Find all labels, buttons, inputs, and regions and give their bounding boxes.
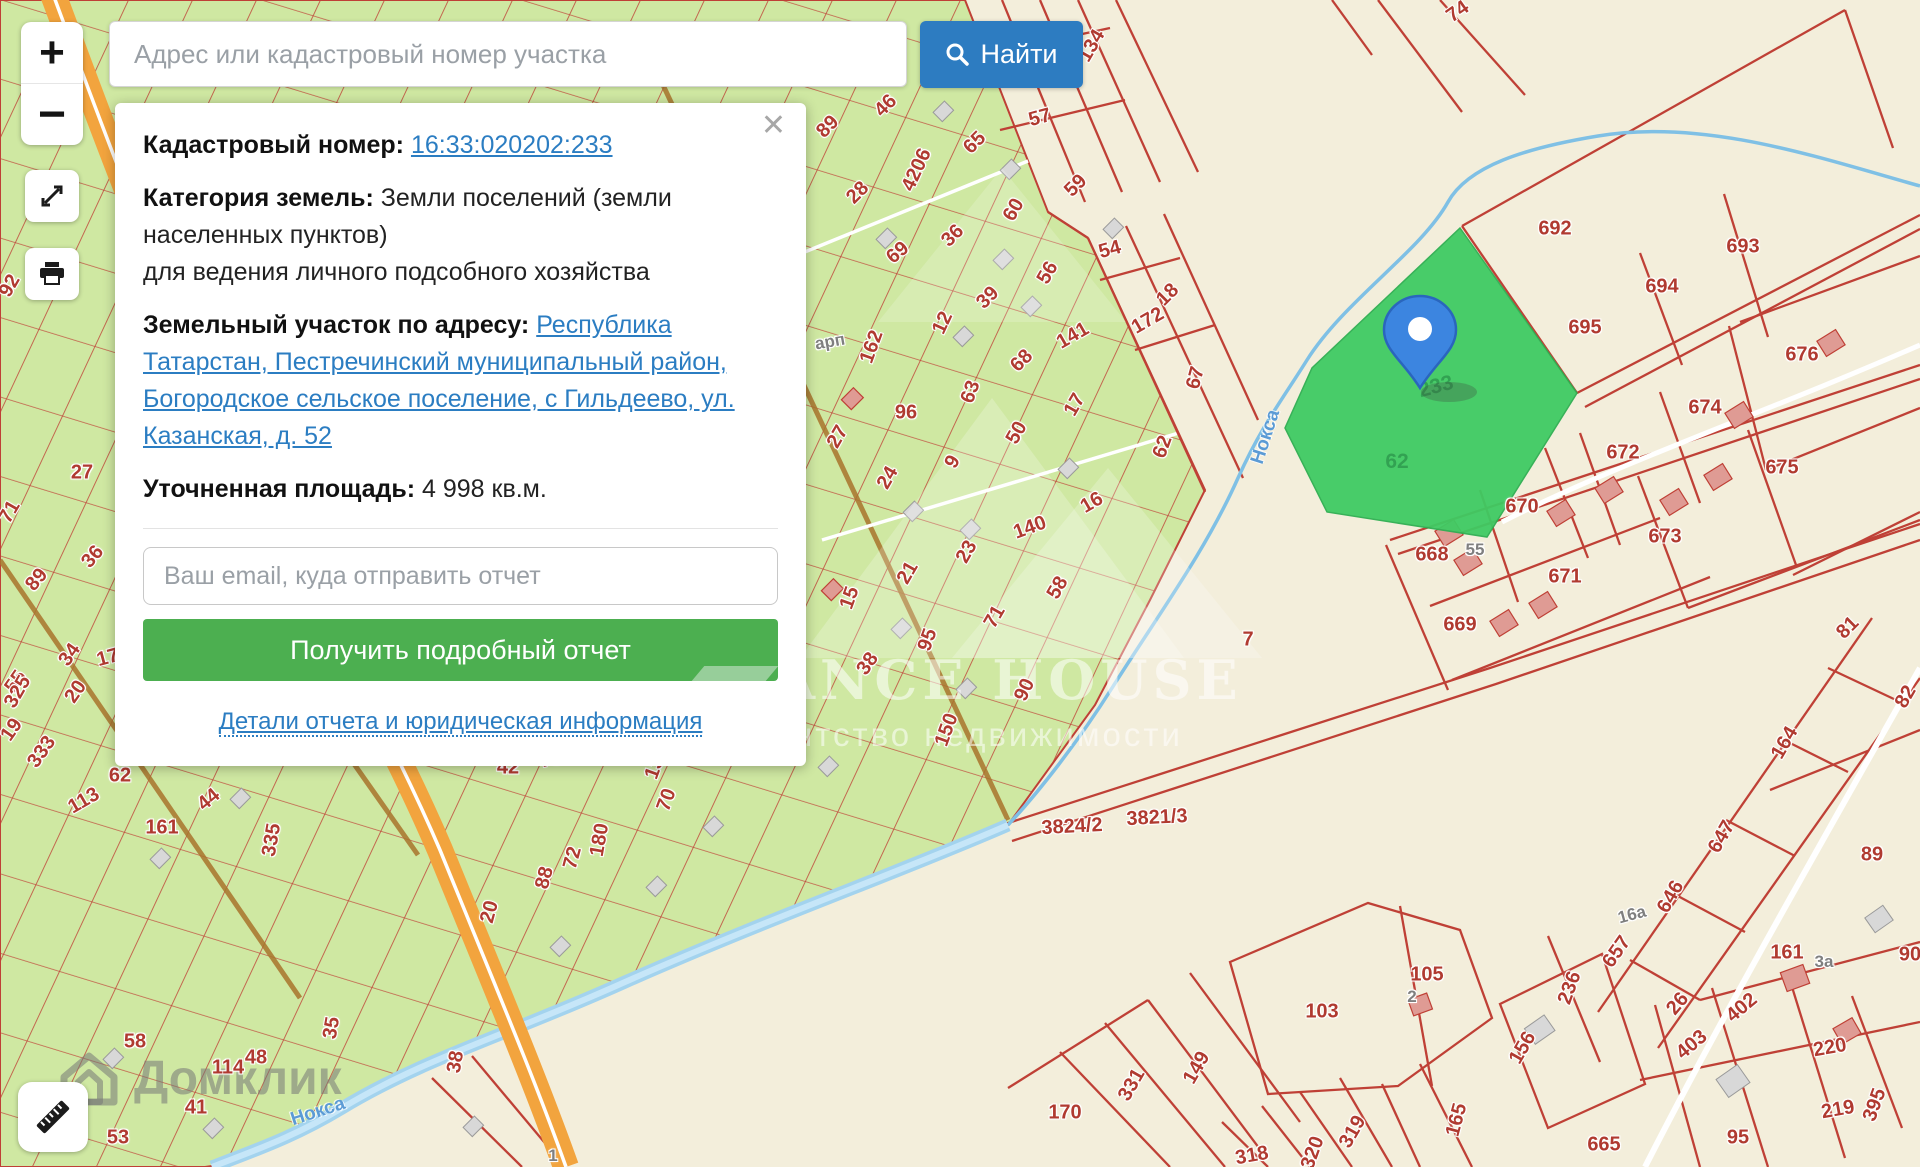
land-category-row: Категория земель: Земли поселений (земли… xyxy=(143,180,778,291)
card-divider xyxy=(143,528,778,529)
cadastral-number-link[interactable]: 16:33:020202:233 xyxy=(411,131,613,159)
fullscreen-button[interactable] xyxy=(25,170,79,222)
cadastral-number-row: Кадастровый номер: 16:33:020202:233 xyxy=(143,127,778,164)
zoom-out-button[interactable]: − xyxy=(21,83,83,145)
area-row: Уточненная площадь: 4 998 кв.м. xyxy=(143,471,778,508)
zoom-in-button[interactable]: + xyxy=(21,22,83,83)
category-label: Категория земель: xyxy=(143,184,374,212)
measure-button[interactable] xyxy=(18,1082,88,1152)
category-usage: для ведения личного подсобного хозяйства xyxy=(143,254,778,291)
area-value: 4 998 кв.м. xyxy=(422,475,547,503)
cadastral-map-app: 2771368934553337176920325196211344161335… xyxy=(0,0,1920,1167)
get-report-button[interactable]: Получить подробный отчет xyxy=(143,619,778,681)
print-button[interactable] xyxy=(25,248,79,300)
search-button-label: Найти xyxy=(980,39,1057,70)
details-link-wrap: Детали отчета и юридическая информация xyxy=(143,703,778,740)
get-report-button-label: Получить подробный отчет xyxy=(290,635,631,665)
print-icon xyxy=(37,260,67,288)
domclick-watermark: Домклик xyxy=(58,1050,342,1106)
report-details-link[interactable]: Детали отчета и юридическая информация xyxy=(219,708,703,737)
zoom-panel: + − xyxy=(21,22,83,145)
search-input[interactable] xyxy=(109,21,907,87)
address-label: Земельный участок по адресу: xyxy=(143,311,529,339)
address-row: Земельный участок по адресу: Республика … xyxy=(143,307,778,455)
search-icon xyxy=(945,42,970,67)
search-button[interactable]: Найти xyxy=(920,21,1083,88)
area-label: Уточненная площадь: xyxy=(143,475,415,503)
email-input[interactable] xyxy=(143,547,778,605)
parcel-info-card: ✕ Кадастровый номер: 16:33:020202:233 Ка… xyxy=(115,103,806,766)
ruler-icon xyxy=(31,1095,75,1139)
fullscreen-icon xyxy=(38,182,66,210)
domclick-watermark-text: Домклик xyxy=(134,1051,342,1106)
cadastral-label: Кадастровый номер: xyxy=(143,131,404,159)
close-icon[interactable]: ✕ xyxy=(761,111,786,141)
button-corner-accent xyxy=(692,666,778,681)
